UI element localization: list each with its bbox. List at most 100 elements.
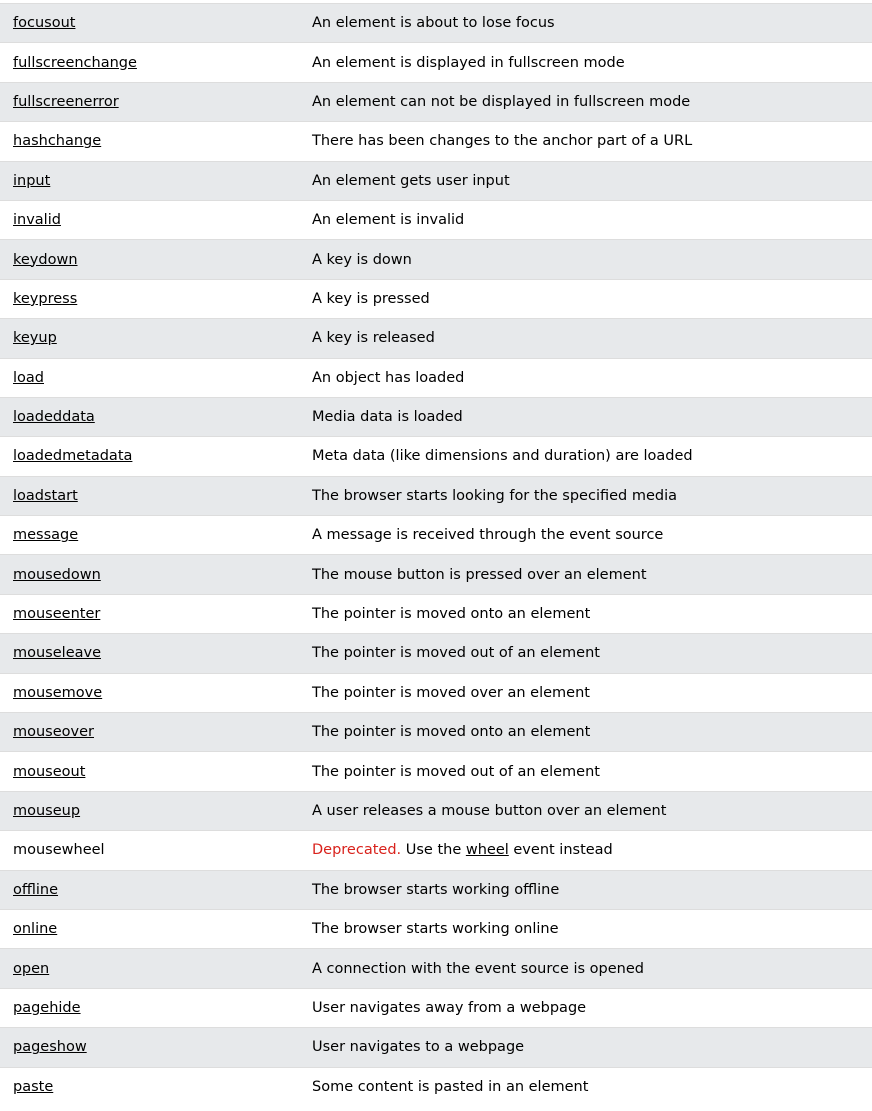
table-row: loadedmetadata Meta data (like dimensions… bbox=[0, 436, 872, 476]
event-description: User navigates to a webpage bbox=[312, 1039, 525, 1056]
table-row: mouseover The pointer is moved onto an el… bbox=[0, 712, 872, 752]
event-link[interactable]: loadedmetadata bbox=[13, 448, 132, 464]
event-link[interactable]: hashchange bbox=[13, 133, 101, 149]
table-row: fullscreenchange An element is displayed … bbox=[0, 42, 872, 82]
table-row: fullscreenerror An element can not be dis… bbox=[0, 82, 872, 122]
event-description: An element is displayed in fullscreen mo… bbox=[312, 54, 625, 71]
event-link[interactable]: load bbox=[13, 370, 44, 386]
table-row: mouseup A user releases a mouse button ov… bbox=[0, 791, 872, 831]
event-link[interactable]: mousemove bbox=[13, 685, 102, 701]
event-link[interactable]: keyup bbox=[13, 330, 57, 346]
event-link[interactable]: focusout bbox=[13, 15, 75, 31]
event-name-cell: mouseover bbox=[0, 713, 299, 752]
event-link[interactable]: fullscreenchange bbox=[13, 55, 137, 71]
event-description: The pointer is moved over an element bbox=[312, 684, 590, 701]
event-link[interactable]: mouseout bbox=[13, 764, 85, 780]
event-description-cell: A key is pressed bbox=[299, 279, 872, 318]
event-description: The pointer is moved onto an element bbox=[312, 606, 591, 623]
event-description-cell: User navigates away from a webpage bbox=[299, 988, 872, 1027]
event-name-cell: mousedown bbox=[0, 555, 299, 594]
event-description-cell: The pointer is moved out of an element bbox=[299, 752, 872, 791]
event-name-cell: mouseleave bbox=[0, 634, 299, 673]
description-text: Use the bbox=[401, 842, 466, 859]
event-name-cell: paste bbox=[0, 1067, 299, 1106]
event-link[interactable]: loadstart bbox=[13, 488, 78, 504]
event-description: The browser starts working offline bbox=[312, 881, 560, 898]
event-description: There has been changes to the anchor par… bbox=[312, 133, 693, 150]
event-name-cell: load bbox=[0, 358, 299, 397]
event-description: An element gets user input bbox=[312, 172, 510, 189]
event-description-cell: Media data is loaded bbox=[299, 397, 872, 436]
event-link[interactable]: loadeddata bbox=[13, 409, 95, 425]
event-link[interactable]: keydown bbox=[13, 252, 78, 268]
event-link[interactable]: keypress bbox=[13, 291, 77, 307]
event-description-cell: The browser starts looking for the speci… bbox=[299, 476, 872, 515]
table-row: hashchange There has been changes to the … bbox=[0, 121, 872, 161]
wheel-event-link[interactable]: wheel bbox=[466, 842, 509, 858]
event-description: The browser starts looking for the speci… bbox=[312, 487, 677, 504]
event-description: Media data is loaded bbox=[312, 409, 463, 426]
event-link[interactable]: paste bbox=[13, 1079, 53, 1095]
event-name-cell: mouseout bbox=[0, 752, 299, 791]
event-description: A key is released bbox=[312, 330, 435, 347]
event-description-cell: An element is about to lose focus bbox=[299, 4, 872, 43]
event-link[interactable]: mouseleave bbox=[13, 645, 101, 661]
event-link[interactable]: mouseup bbox=[13, 803, 80, 819]
table-row: message A message is received through the… bbox=[0, 515, 872, 555]
event-link[interactable]: fullscreenerror bbox=[13, 94, 119, 110]
table-row: mouseleave The pointer is moved out of an… bbox=[0, 633, 872, 674]
event-name-cell: mouseup bbox=[0, 791, 299, 830]
event-description: The pointer is moved onto an element bbox=[312, 724, 591, 741]
event-link[interactable]: mousedown bbox=[13, 567, 101, 583]
event-name-cell: mouseenter bbox=[0, 594, 299, 633]
description-text: event instead bbox=[508, 842, 613, 859]
table-row: load An object has loaded bbox=[0, 358, 872, 397]
event-description-cell: The pointer is moved over an element bbox=[299, 673, 872, 712]
event-description: The pointer is moved out of an element bbox=[312, 763, 600, 780]
event-description-cell: A key is down bbox=[299, 240, 872, 279]
table-row: mousedown The mouse button is pressed ove… bbox=[0, 554, 872, 595]
event-name-cell: loadstart bbox=[0, 476, 299, 515]
event-description-cell: An element gets user input bbox=[299, 161, 872, 200]
event-description-cell: The pointer is moved onto an element bbox=[299, 713, 872, 752]
event-name-cell: keyup bbox=[0, 319, 299, 358]
table-row: mousemove The pointer is moved over an el… bbox=[0, 673, 872, 712]
event-description-cell: A key is released bbox=[299, 319, 872, 358]
event-link[interactable]: mouseenter bbox=[13, 606, 100, 622]
event-link[interactable]: open bbox=[13, 961, 49, 977]
event-description: A key is down bbox=[312, 251, 412, 268]
event-description-cell: An element is invalid bbox=[299, 200, 872, 239]
event-description: An object has loaded bbox=[312, 369, 465, 386]
event-description: Some content is pasted in an element bbox=[312, 1078, 589, 1095]
event-link[interactable]: online bbox=[13, 921, 57, 937]
event-name-cell: keypress bbox=[0, 279, 299, 318]
event-description: A connection with the event source is op… bbox=[312, 960, 644, 977]
event-link[interactable]: pagehide bbox=[13, 1000, 81, 1016]
event-name-cell: fullscreenerror bbox=[0, 82, 299, 121]
table-row: online The browser starts working online bbox=[0, 909, 872, 948]
table-row: invalid An element is invalid bbox=[0, 200, 872, 239]
table-row: mousewheel Deprecated. Use the wheel even… bbox=[0, 830, 872, 870]
event-description-cell: The mouse button is pressed over an elem… bbox=[299, 555, 872, 594]
table-row: loadstart The browser starts looking for … bbox=[0, 476, 872, 516]
event-link[interactable]: offline bbox=[13, 882, 58, 898]
event-link[interactable]: message bbox=[13, 527, 78, 543]
table-row: open A connection with the event source i… bbox=[0, 948, 872, 989]
event-link[interactable]: mouseover bbox=[13, 724, 94, 740]
event-name-cell: mousemove bbox=[0, 673, 299, 712]
event-description: The mouse button is pressed over an elem… bbox=[312, 566, 647, 583]
deprecated-label: Deprecated. bbox=[312, 842, 402, 859]
event-description-cell: The pointer is moved onto an element bbox=[299, 594, 872, 633]
event-link[interactable]: input bbox=[13, 173, 50, 189]
event-name-cell: fullscreenchange bbox=[0, 43, 299, 82]
event-description-cell: The pointer is moved out of an element bbox=[299, 634, 872, 673]
event-link[interactable]: pageshow bbox=[13, 1039, 87, 1055]
event-name-cell: mousewheel bbox=[0, 831, 299, 870]
event-description: The pointer is moved out of an element bbox=[312, 645, 600, 662]
event-description: Meta data (like dimensions and duration)… bbox=[312, 448, 693, 465]
event-name-cell: loadeddata bbox=[0, 397, 299, 436]
event-description-cell: Deprecated. Use the wheel event instead bbox=[299, 831, 872, 870]
table-row: keypress A key is pressed bbox=[0, 279, 872, 318]
event-link[interactable]: invalid bbox=[13, 212, 61, 228]
event-name-cell: loadedmetadata bbox=[0, 437, 299, 476]
